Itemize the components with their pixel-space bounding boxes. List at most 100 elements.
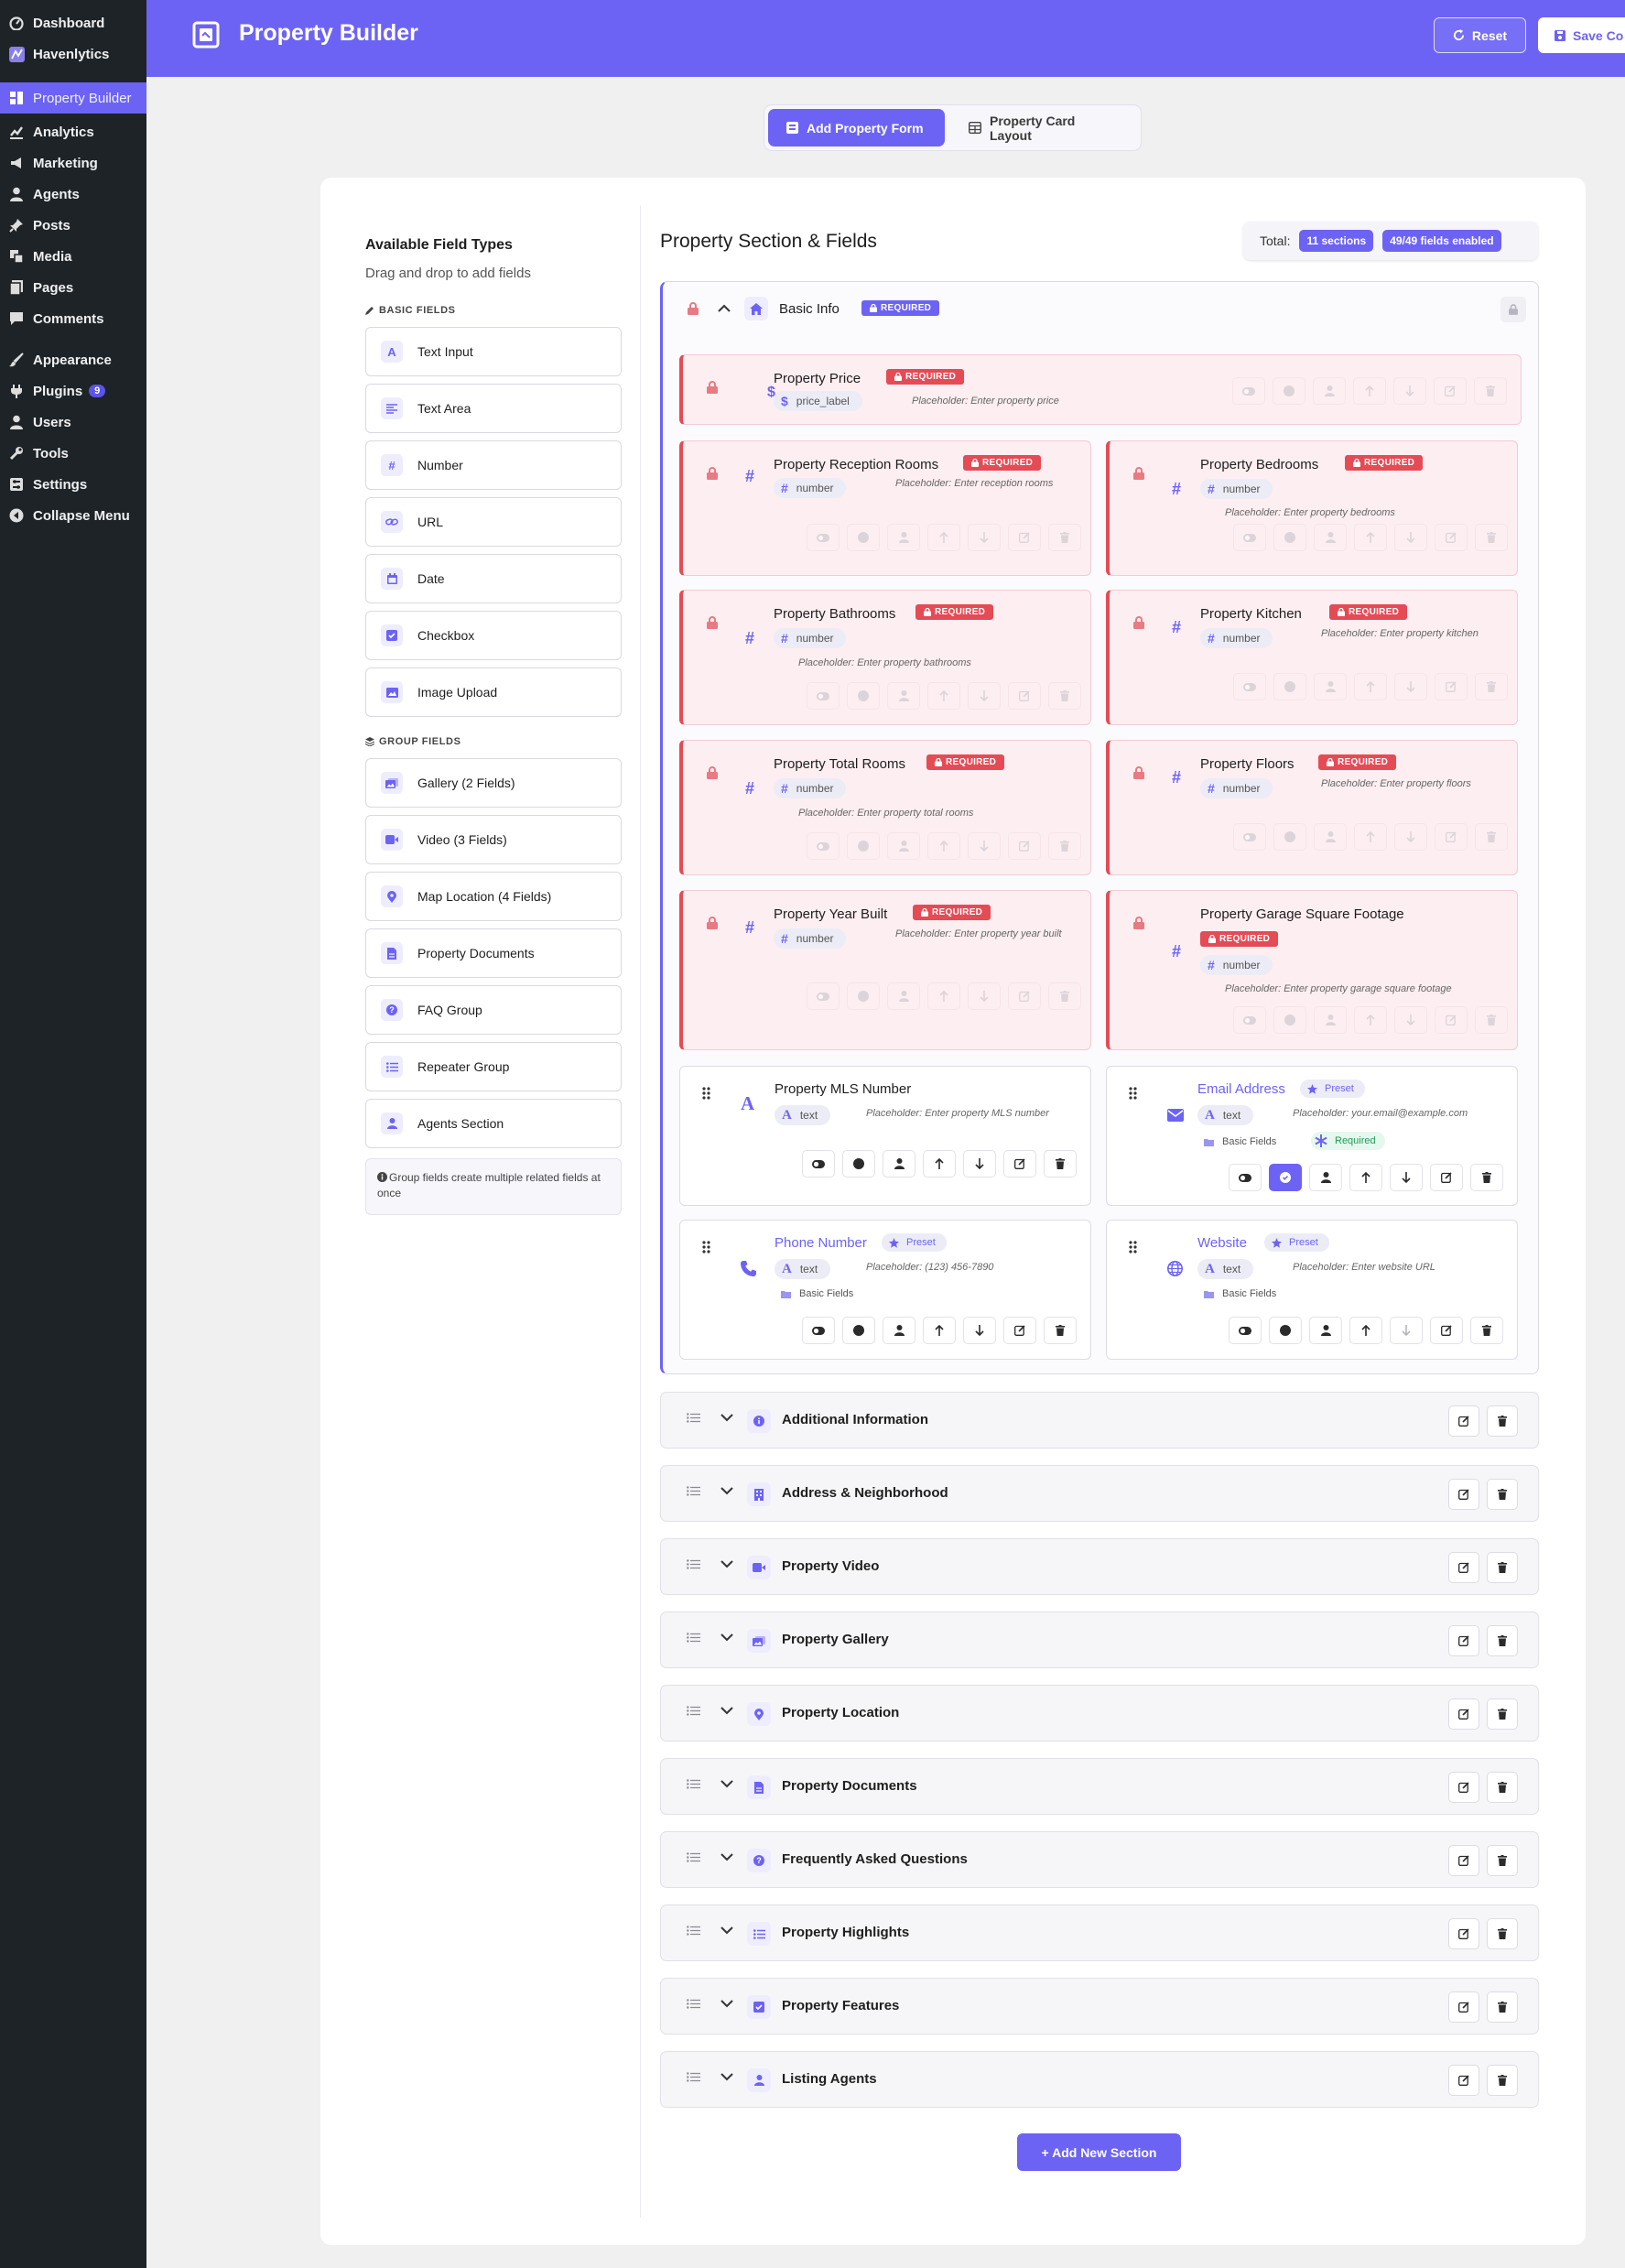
field-property-year-built[interactable]: # Property Year Built REQUIRED # number Place… — [679, 890, 1091, 1050]
move-up-button[interactable] — [1349, 1317, 1382, 1344]
move-up-button[interactable] — [923, 1150, 956, 1177]
drag-handle-icon[interactable] — [1129, 1241, 1137, 1253]
enable-field-button[interactable] — [842, 1150, 875, 1177]
move-up-button[interactable] — [1349, 1164, 1382, 1191]
chevron-down-icon[interactable] — [720, 2073, 733, 2081]
delete-field-button[interactable] — [1048, 832, 1081, 860]
sidebar-item-property-builder[interactable]: Property Builder — [0, 82, 146, 114]
field-type-agents-section[interactable]: Agents Section — [365, 1099, 622, 1148]
visibility-toggle-button[interactable] — [807, 524, 840, 551]
delete-field-button[interactable] — [1044, 1317, 1077, 1344]
edit-section-button[interactable] — [1448, 1772, 1479, 1803]
visibility-toggle-button[interactable] — [1233, 673, 1266, 700]
field-phone-number[interactable]: Phone Number Preset Atext Placeholder: (123… — [679, 1220, 1091, 1360]
edit-section-button[interactable] — [1448, 1845, 1479, 1876]
assign-user-button[interactable] — [1309, 1317, 1342, 1344]
move-down-button[interactable] — [968, 982, 1001, 1010]
drag-handle-icon[interactable] — [687, 1779, 700, 1789]
reset-button[interactable]: Reset — [1434, 17, 1526, 53]
delete-field-button[interactable] — [1475, 1006, 1508, 1034]
edit-field-button[interactable] — [1435, 1006, 1468, 1034]
sidebar-item-agents[interactable]: Agents — [0, 179, 146, 210]
move-down-button[interactable] — [963, 1150, 996, 1177]
delete-field-button[interactable] — [1048, 682, 1081, 710]
drag-handle-icon[interactable] — [1129, 1087, 1137, 1100]
field-type-map-location[interactable]: Map Location (4 Fields) — [365, 872, 622, 921]
edit-field-button[interactable] — [1435, 524, 1468, 551]
edit-field-button[interactable] — [1003, 1150, 1036, 1177]
move-down-button[interactable] — [968, 832, 1001, 860]
move-down-button[interactable] — [1394, 524, 1427, 551]
drag-handle-icon[interactable] — [687, 1486, 700, 1496]
chevron-down-icon[interactable] — [720, 1780, 733, 1788]
move-up-button[interactable] — [1354, 823, 1387, 851]
sidebar-item-marketing[interactable]: Marketing — [0, 147, 146, 179]
enable-field-button[interactable] — [847, 832, 880, 860]
assign-user-button[interactable] — [1309, 1164, 1342, 1191]
edit-field-button[interactable] — [1435, 823, 1468, 851]
move-down-button[interactable] — [1394, 1006, 1427, 1034]
delete-field-button[interactable] — [1044, 1150, 1077, 1177]
edit-section-button[interactable] — [1448, 1405, 1479, 1437]
move-down-button[interactable] — [1390, 1317, 1423, 1344]
section-property-highlights[interactable]: Property Highlights — [660, 1904, 1539, 1961]
delete-field-button[interactable] — [1048, 524, 1081, 551]
chevron-down-icon[interactable] — [720, 1926, 733, 1935]
field-type-number[interactable]: # Number — [365, 440, 622, 490]
edit-field-button[interactable] — [1008, 524, 1041, 551]
edit-section-button[interactable] — [1448, 1698, 1479, 1730]
section-property-features[interactable]: Property Features — [660, 1978, 1539, 2035]
delete-section-button[interactable] — [1487, 1918, 1518, 1949]
visibility-toggle-button[interactable] — [1229, 1317, 1262, 1344]
tab-property-card-layout[interactable]: Property Card Layout — [950, 109, 1133, 146]
move-up-button[interactable] — [1354, 673, 1387, 700]
visibility-toggle-button[interactable] — [1229, 1164, 1262, 1191]
enable-field-button[interactable] — [1273, 377, 1305, 405]
drag-handle-icon[interactable] — [687, 1706, 700, 1716]
edit-section-button[interactable] — [1448, 1552, 1479, 1583]
section-property-gallery[interactable]: Property Gallery — [660, 1611, 1539, 1668]
edit-section-button[interactable] — [1448, 2065, 1479, 2096]
enable-field-button[interactable] — [1269, 1164, 1302, 1191]
visibility-toggle-button[interactable] — [807, 982, 840, 1010]
move-up-button[interactable] — [1353, 377, 1386, 405]
move-down-button[interactable] — [963, 1317, 996, 1344]
assign-user-button[interactable] — [1314, 1006, 1347, 1034]
drag-handle-icon[interactable] — [702, 1241, 710, 1253]
move-down-button[interactable] — [1393, 377, 1426, 405]
move-up-button[interactable] — [1354, 524, 1387, 551]
chevron-down-icon[interactable] — [720, 2000, 733, 2008]
section-address-neighborhood[interactable]: Address & Neighborhood — [660, 1465, 1539, 1522]
edit-field-button[interactable] — [1430, 1164, 1463, 1191]
field-property-reception-rooms[interactable]: # Property Reception Rooms REQUIRED # number… — [679, 440, 1091, 576]
delete-section-button[interactable] — [1487, 1772, 1518, 1803]
move-up-button[interactable] — [927, 524, 960, 551]
assign-user-button[interactable] — [887, 682, 920, 710]
enable-field-button[interactable] — [1273, 1006, 1306, 1034]
drag-handle-icon[interactable] — [687, 1633, 700, 1643]
sidebar-item-pages[interactable]: Pages — [0, 272, 146, 303]
drag-handle-icon[interactable] — [687, 1559, 700, 1569]
edit-section-button[interactable] — [1448, 1625, 1479, 1656]
edit-field-button[interactable] — [1008, 982, 1041, 1010]
chevron-up-icon[interactable] — [718, 304, 731, 312]
enable-field-button[interactable] — [1273, 524, 1306, 551]
assign-user-button[interactable] — [1314, 823, 1347, 851]
delete-field-button[interactable] — [1475, 673, 1508, 700]
sidebar-item-havenlytics[interactable]: Havenlytics — [0, 38, 146, 70]
enable-field-button[interactable] — [1273, 823, 1306, 851]
delete-section-button[interactable] — [1487, 1405, 1518, 1437]
field-property-floors[interactable]: # Property Floors REQUIRED # number Placehold… — [1106, 740, 1518, 875]
add-new-section-button[interactable]: + Add New Section — [1017, 2133, 1181, 2171]
visibility-toggle-button[interactable] — [807, 682, 840, 710]
visibility-toggle-button[interactable] — [807, 832, 840, 860]
enable-field-button[interactable] — [847, 982, 880, 1010]
edit-field-button[interactable] — [1435, 673, 1468, 700]
enable-field-button[interactable] — [1269, 1317, 1302, 1344]
assign-user-button[interactable] — [1313, 377, 1346, 405]
field-type-text-input[interactable]: A Text Input — [365, 327, 622, 376]
delete-field-button[interactable] — [1470, 1164, 1503, 1191]
move-down-button[interactable] — [1394, 823, 1427, 851]
field-type-gallery[interactable]: Gallery (2 Fields) — [365, 758, 622, 808]
sidebar-item-dashboard[interactable]: Dashboard — [0, 7, 146, 38]
